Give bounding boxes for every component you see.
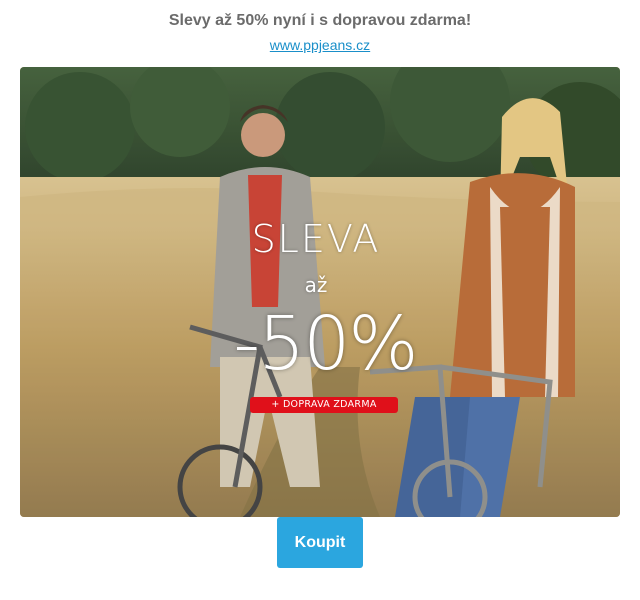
- banner-photo: [20, 67, 620, 517]
- promo-banner-image[interactable]: SLEVA až -50% + DOPRAVA ZDARMA: [20, 67, 620, 517]
- website-link[interactable]: www.ppjeans.cz: [270, 37, 370, 53]
- website-link-container: www.ppjeans.cz: [0, 37, 640, 53]
- email-promo: Slevy až 50% nyní i s dopravou zdarma! w…: [0, 0, 640, 600]
- buy-button[interactable]: Koupit: [277, 517, 363, 568]
- promo-headline: Slevy až 50% nyní i s dopravou zdarma!: [168, 12, 472, 29]
